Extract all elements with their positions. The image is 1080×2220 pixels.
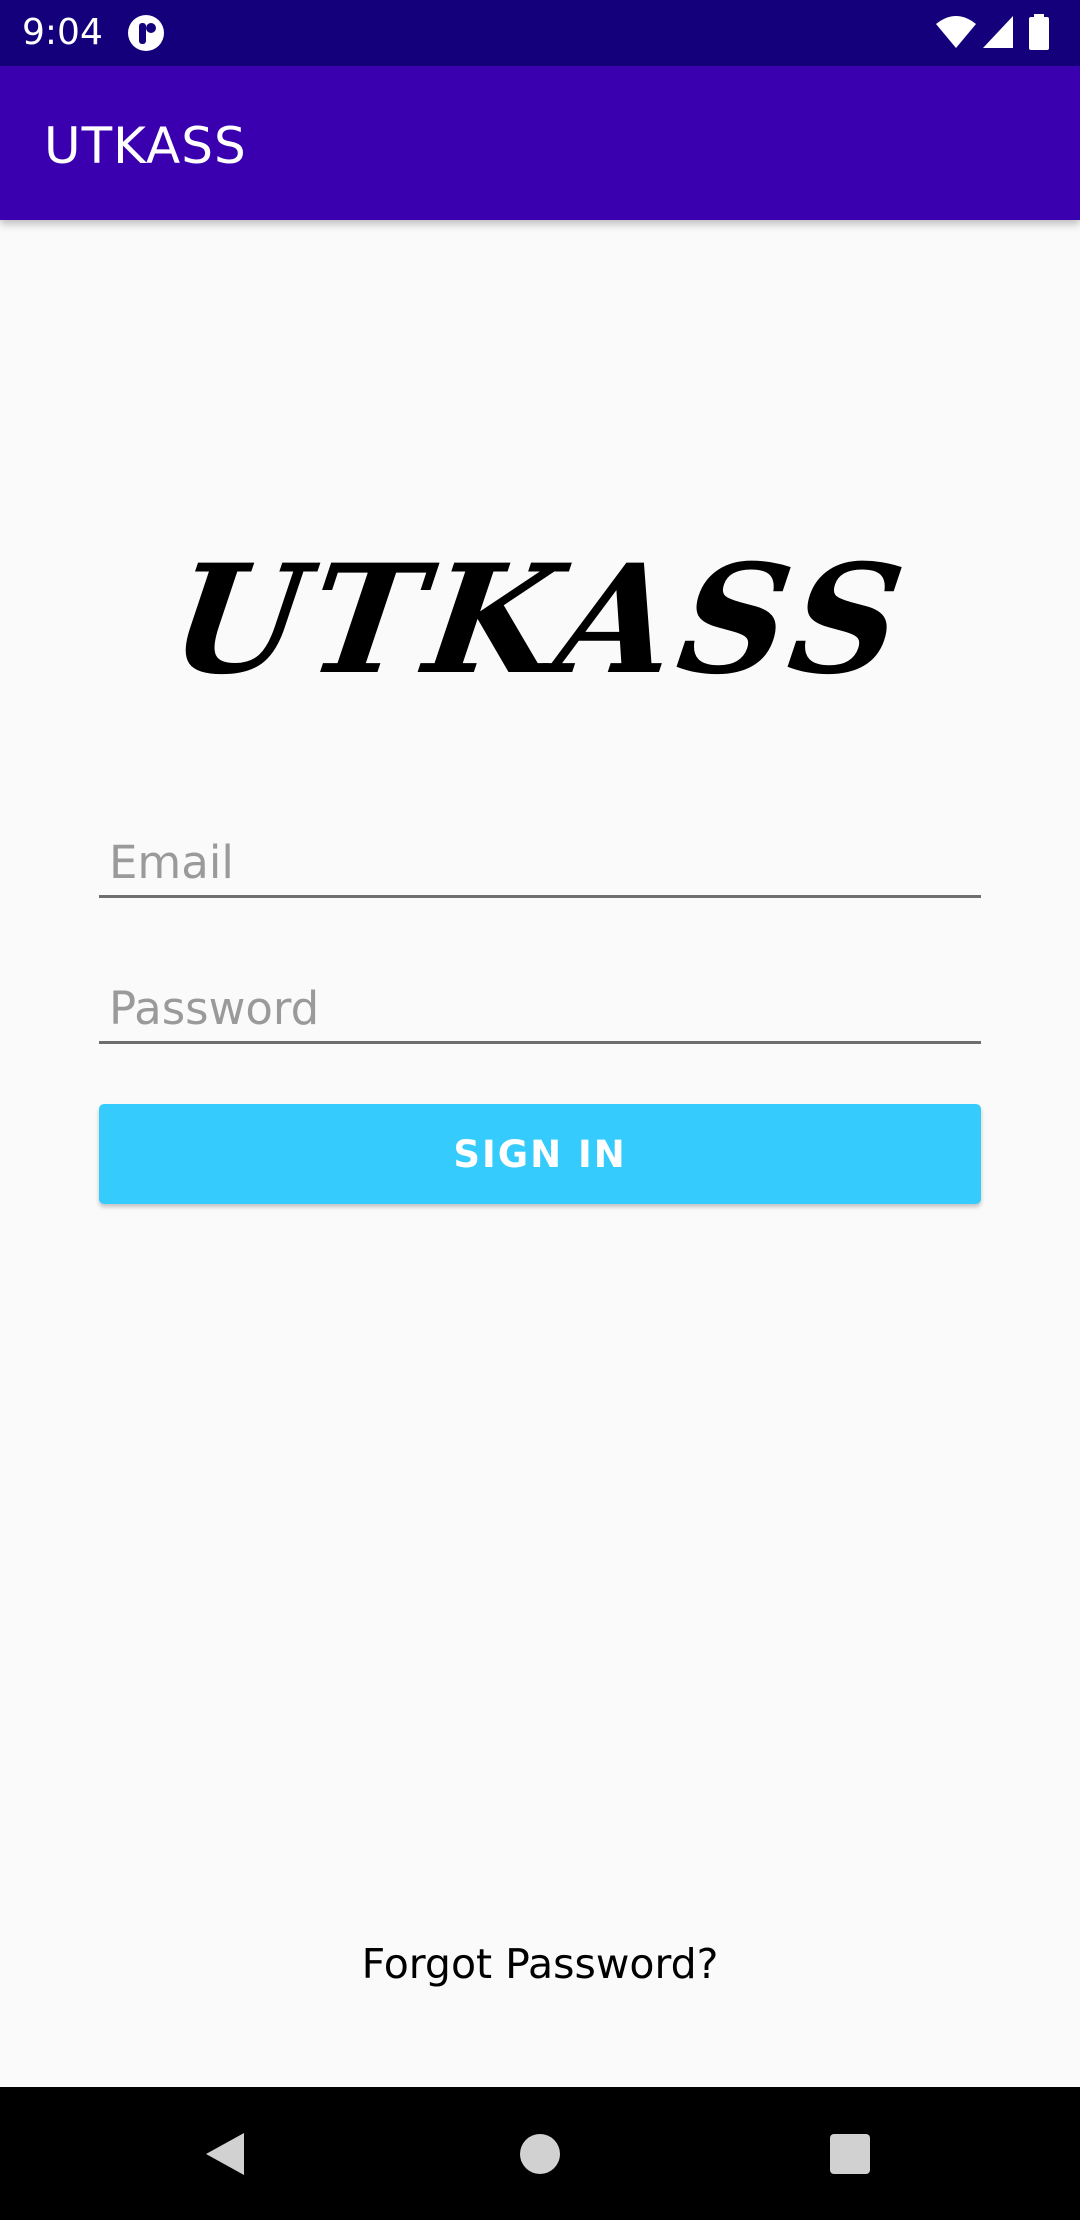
password-field[interactable] <box>99 961 981 1044</box>
app-notification-icon <box>127 14 165 52</box>
back-icon <box>206 2132 244 2175</box>
logo: UTKASS <box>0 520 1080 720</box>
app-title: UTKASS <box>44 117 247 175</box>
status-time: 9:04 <box>22 12 103 53</box>
home-icon <box>520 2133 560 2174</box>
logo-text: UTKASS <box>161 532 919 708</box>
status-bar: 9:04 <box>0 0 1080 66</box>
password-input[interactable] <box>109 982 969 1035</box>
recents-button[interactable] <box>790 2087 910 2220</box>
navigation-bar <box>0 2087 1080 2220</box>
home-button[interactable] <box>480 2087 600 2220</box>
app-bar: UTKASS <box>0 66 1080 220</box>
back-button[interactable] <box>165 2087 285 2220</box>
email-field[interactable] <box>99 815 981 898</box>
sign-in-button[interactable]: SIGN IN <box>99 1104 981 1204</box>
forgot-password-link[interactable]: Forgot Password? <box>0 1940 1080 1988</box>
recents-icon <box>830 2133 870 2174</box>
email-input[interactable] <box>109 836 969 889</box>
